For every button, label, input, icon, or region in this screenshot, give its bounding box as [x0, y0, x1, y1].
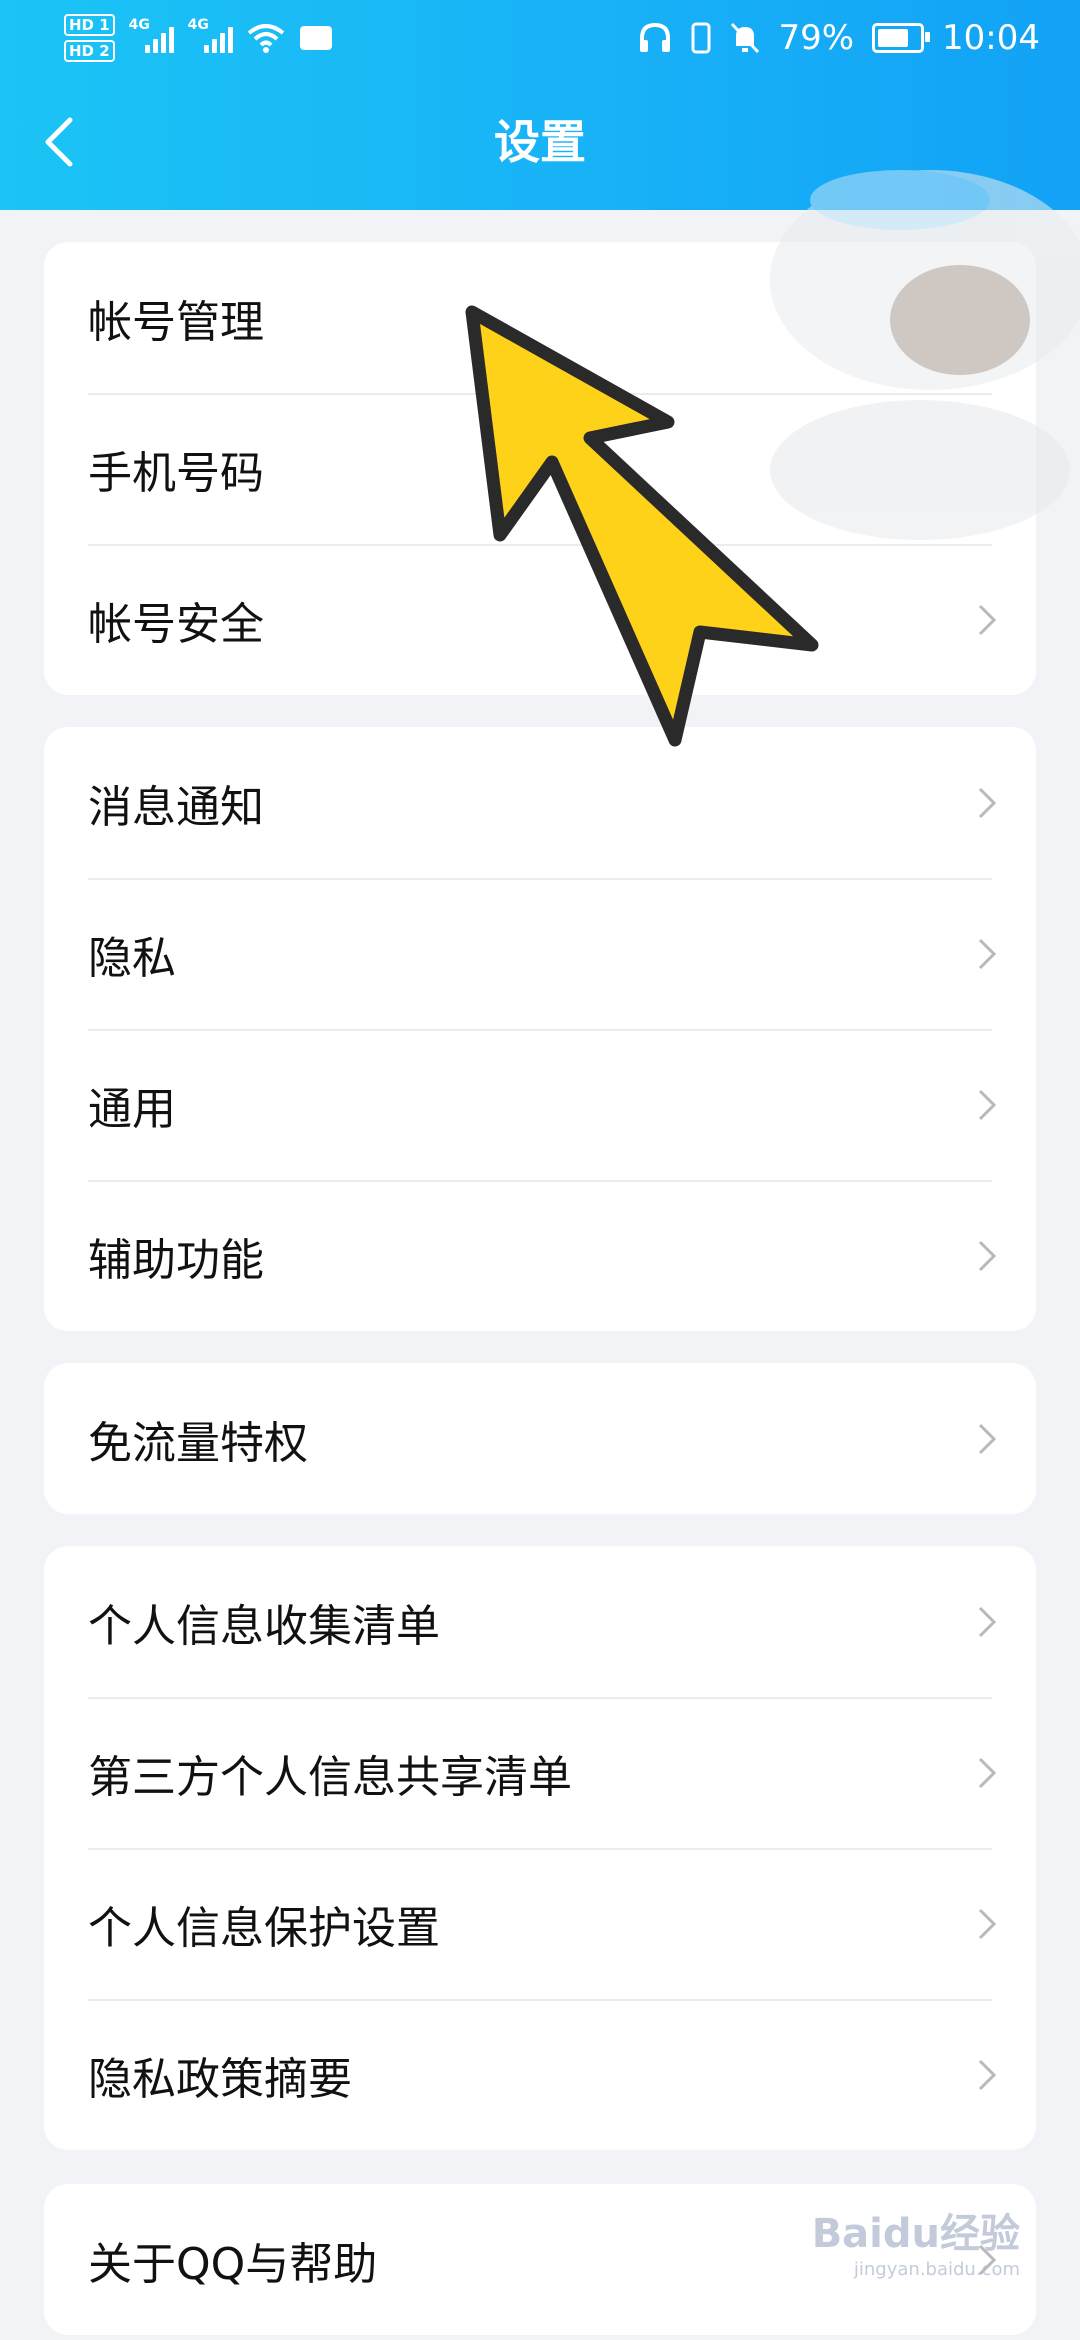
sim2-badge: HD 2 [64, 40, 115, 62]
chevron-right-icon [978, 938, 997, 969]
list-item-account-management[interactable]: 帐号管理 [44, 242, 1036, 393]
clock: 10:04 [942, 18, 1040, 58]
battery-icon [872, 23, 931, 53]
status-bar: HD 1 HD 2 4G 4G 79% 10:04 [0, 0, 1080, 76]
chevron-right-icon [978, 1908, 997, 1939]
signal-icon: 4G [129, 17, 174, 53]
list-item-account-security[interactable]: 帐号安全 [44, 544, 1036, 695]
sim1-badge: HD 1 [64, 14, 115, 36]
signal-icon-2: 4G [188, 17, 233, 53]
chevron-right-icon [978, 1089, 997, 1120]
account-section: 帐号管理 手机号码 帐号安全 [44, 242, 1036, 695]
item-label: 隐私政策摘要 [88, 2053, 352, 2105]
chevron-right-icon [978, 1240, 997, 1271]
chevron-right-icon [978, 1423, 997, 1454]
item-label: 个人信息收集清单 [88, 1600, 440, 1652]
watermark-url: jingyan.baidu.com [853, 2259, 1020, 2280]
sim-indicators: HD 1 HD 2 [64, 14, 115, 62]
list-item-general[interactable]: 通用 [44, 1029, 1036, 1180]
list-item-phone-number[interactable]: 手机号码 [44, 393, 1036, 544]
list-item-third-party-sharing-list[interactable]: 第三方个人信息共享清单 [44, 1697, 1036, 1848]
item-label: 第三方个人信息共享清单 [88, 1751, 572, 1803]
vibrate-icon [691, 22, 711, 54]
chevron-right-icon [978, 1606, 997, 1637]
list-item-notifications[interactable]: 消息通知 [44, 727, 1036, 878]
item-label: 手机号码 [88, 447, 264, 499]
message-icon [299, 26, 332, 50]
battery-percent: 79% [778, 18, 855, 58]
network-type-2: 4G [187, 17, 209, 33]
status-left: HD 1 HD 2 4G 4G [64, 8, 333, 68]
list-item-accessibility[interactable]: 辅助功能 [44, 1180, 1036, 1331]
page-title: 设置 [494, 115, 586, 169]
item-label: 辅助功能 [88, 1234, 264, 1286]
list-item-info-collection-list[interactable]: 个人信息收集清单 [44, 1546, 1036, 1697]
chevron-right-icon [978, 1757, 997, 1788]
item-label: 隐私 [88, 932, 176, 984]
watermark-logo: Baidu经验 jingyan.baidu.com [812, 2201, 1020, 2280]
item-label: 帐号安全 [88, 598, 264, 650]
item-label: 个人信息保护设置 [88, 1902, 440, 1954]
mute-icon [731, 22, 760, 54]
list-item-data-free-privilege[interactable]: 免流量特权 [44, 1363, 1036, 1514]
data-free-section: 免流量特权 [44, 1363, 1036, 1514]
chevron-right-icon [978, 2059, 997, 2090]
status-right: 79% 10:04 [638, 8, 1040, 68]
general-section: 消息通知 隐私 通用 辅助功能 [44, 727, 1036, 1331]
wifi-icon [247, 24, 284, 53]
list-item-info-protection-settings[interactable]: 个人信息保护设置 [44, 1848, 1036, 1999]
list-item-privacy-policy-summary[interactable]: 隐私政策摘要 [44, 1999, 1036, 2150]
item-label: 关于QQ与帮助 [88, 2238, 378, 2290]
headphone-icon [640, 22, 671, 52]
list-item-privacy[interactable]: 隐私 [44, 878, 1036, 1029]
chevron-right-icon [978, 604, 997, 635]
item-label: 消息通知 [88, 781, 264, 833]
item-label: 帐号管理 [88, 296, 264, 348]
item-label: 通用 [88, 1083, 176, 1135]
network-type: 4G [128, 17, 150, 33]
personal-info-section: 个人信息收集清单 第三方个人信息共享清单 个人信息保护设置 隐私政策摘要 [44, 1546, 1036, 2150]
watermark-brand: Baidu经验 [811, 2211, 1020, 2257]
item-label: 免流量特权 [88, 1417, 308, 1469]
header-bar: HD 1 HD 2 4G 4G 79% 10:04 设置 [0, 0, 1080, 210]
chevron-right-icon [978, 787, 997, 818]
